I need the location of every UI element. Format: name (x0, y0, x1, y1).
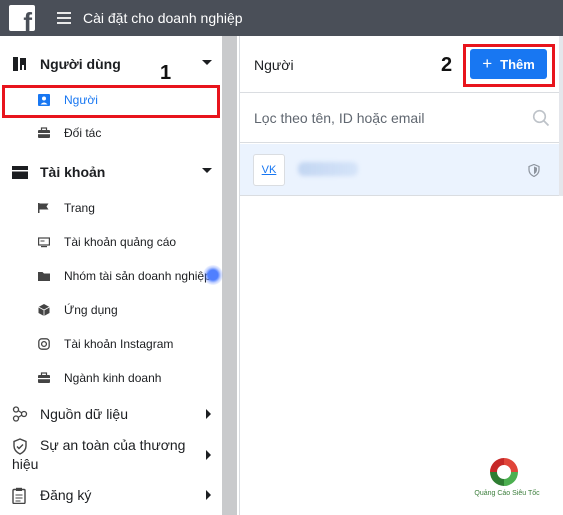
panel-edge (559, 36, 563, 196)
sidebar-group-brand-safety[interactable]: Sự an toàn của thương hiệu (0, 436, 222, 476)
sidebar-item-business-asset-groups[interactable]: Nhóm tài sản doanh nghiệp (0, 261, 222, 291)
step-number-2: 2 (441, 54, 453, 76)
chevron-right-icon (206, 450, 211, 460)
sidebar-item-pages[interactable]: Trang (0, 193, 222, 223)
highlight-box-people (2, 85, 220, 118)
step-number-1: 1 (160, 62, 172, 84)
sidebar-group-brand-safety-label: Sự an toàn của thương (40, 437, 186, 453)
facebook-logo-icon[interactable]: f (9, 5, 35, 31)
sidebar-group-accounts[interactable]: Tài khoản (0, 162, 222, 182)
list-item[interactable]: VK (240, 144, 563, 196)
partners-icon (38, 127, 50, 138)
watermark-logo-icon (490, 458, 518, 486)
avatar: VK (253, 154, 285, 186)
briefcase-icon (12, 166, 28, 179)
page-title: Người (254, 57, 294, 73)
sidebar-group-users[interactable]: Người dùng (0, 54, 222, 74)
clipboard-icon (12, 487, 26, 504)
shield-icon (528, 164, 540, 177)
sidebar-scrollbar[interactable] (222, 36, 237, 515)
sidebar-item-apps[interactable]: Ứng dụng (0, 295, 222, 325)
folder-icon (38, 272, 50, 281)
main-panel: Người + Thêm VK (239, 36, 563, 515)
app-title: Cài đặt cho doanh nghiệp (83, 10, 243, 26)
sidebar-item-ad-accounts[interactable]: Tài khoản quảng cáo (0, 227, 222, 257)
sidebar-item-partners[interactable]: Đối tác (0, 118, 222, 148)
users-icon (13, 57, 26, 71)
sidebar-group-registrations[interactable]: Đăng ký (0, 485, 222, 505)
sidebar-item-business-asset-groups-label: Nhóm tài sản doanh nghiệp (64, 269, 211, 283)
sidebar-group-users-label: Người dùng (40, 56, 121, 72)
sidebar-group-accounts-label: Tài khoản (40, 164, 106, 180)
sidebar-item-pages-label: Trang (64, 201, 95, 215)
instagram-icon (38, 338, 50, 350)
sidebar-item-business-verticals[interactable]: Ngành kinh doanh (0, 363, 222, 393)
sidebar-item-business-verticals-label: Ngành kinh doanh (64, 371, 162, 385)
sidebar-item-partners-label: Đối tác (64, 126, 102, 140)
person-name-blurred (298, 162, 358, 176)
cursor-indicator (203, 265, 223, 285)
data-sources-icon (12, 406, 28, 422)
highlight-box-add-button (463, 44, 555, 87)
menu-icon[interactable] (57, 12, 71, 24)
top-bar: f Cài đặt cho doanh nghiệp (0, 0, 563, 36)
cube-icon (38, 304, 50, 316)
search-icon[interactable] (532, 109, 550, 127)
sidebar-item-apps-label: Ứng dụng (64, 303, 118, 317)
search-bar (240, 93, 563, 143)
briefcase-icon (38, 372, 50, 383)
watermark: Quảng Cáo Siêu Tốc (462, 455, 552, 505)
chevron-right-icon (206, 409, 211, 419)
sidebar-item-instagram-accounts[interactable]: Tài khoản Instagram (0, 329, 222, 359)
chevron-down-icon (202, 168, 212, 173)
ad-account-icon (38, 237, 50, 248)
sidebar-item-instagram-accounts-label: Tài khoản Instagram (64, 337, 174, 351)
search-input[interactable] (254, 106, 524, 130)
flag-icon (38, 203, 49, 213)
sidebar-group-brand-safety-label-line2: hiệu (12, 456, 39, 472)
sidebar-item-ad-accounts-label: Tài khoản quảng cáo (64, 235, 177, 249)
sidebar-group-data-sources-label: Nguồn dữ liệu (40, 406, 128, 422)
sidebar-group-registrations-label: Đăng ký (40, 487, 92, 503)
chevron-right-icon (206, 490, 211, 500)
sidebar-group-data-sources[interactable]: Nguồn dữ liệu (0, 404, 222, 424)
watermark-text: Quảng Cáo Siêu Tốc (474, 490, 540, 497)
chevron-down-icon (202, 60, 212, 65)
shield-icon (13, 438, 27, 455)
